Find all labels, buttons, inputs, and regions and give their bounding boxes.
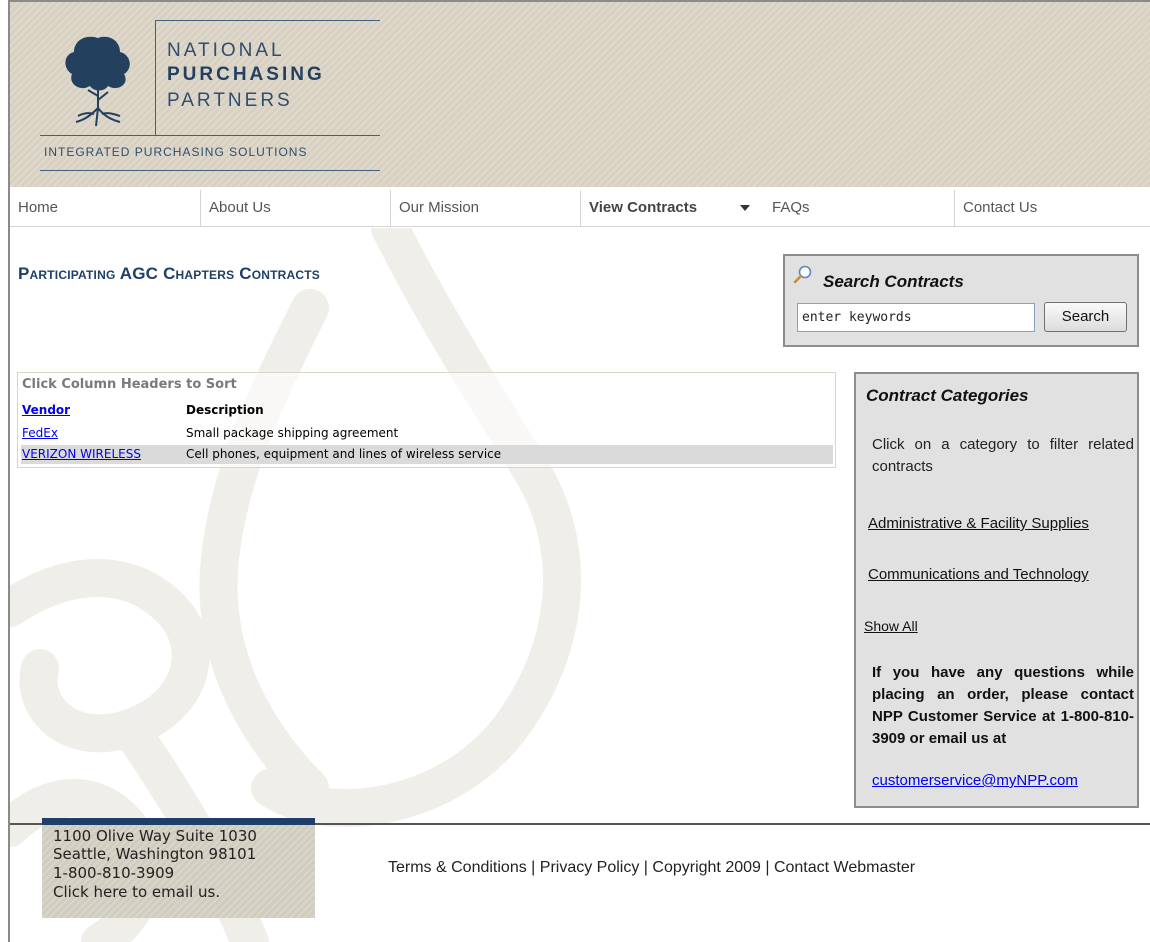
sort-hint: Click Column Headers to Sort: [22, 377, 237, 392]
nav-faqs[interactable]: FAQs: [764, 190, 954, 226]
nav-our-mission[interactable]: Our Mission: [390, 190, 580, 226]
address-phone: 1-800-810-3909: [53, 864, 175, 882]
dropdown-caret-icon[interactable]: [740, 205, 750, 211]
contract-categories-panel: Contract Categories Click on a category …: [854, 372, 1139, 808]
search-button[interactable]: Search: [1044, 302, 1127, 332]
email-us-link[interactable]: Click here to email us.: [53, 883, 220, 901]
site-header: NATIONAL PURCHASING PARTNERS INTEGRATED …: [10, 2, 1150, 187]
table-row: VERIZON WIRELESS Cell phones, equipment …: [21, 445, 833, 464]
search-title: Search Contracts: [823, 272, 964, 291]
logo-text-line3: PARTNERS: [167, 90, 293, 111]
nav-contact-us[interactable]: Contact Us: [954, 190, 1150, 226]
page-top-border: [8, 0, 1150, 2]
footer-links[interactable]: Terms & Conditions | Privacy Policy | Co…: [388, 859, 915, 877]
page-left-border: [8, 0, 10, 942]
address-block: 1100 Olive Way Suite 1030 Seattle, Washi…: [42, 825, 315, 918]
row-description: Small package shipping agreement: [186, 426, 399, 440]
address-city: Seattle, Washington 98101: [53, 845, 257, 863]
footer-accent-bar: [42, 818, 315, 825]
contact-help-text: If you have any questions while placing …: [872, 664, 1134, 747]
search-panel: Search Contracts enter keywords Search: [783, 254, 1139, 347]
nav-about-us[interactable]: About Us: [200, 190, 390, 226]
vendor-link[interactable]: FedEx: [22, 426, 58, 440]
category-link-administrative[interactable]: Administrative & Facility Supplies: [868, 512, 1118, 536]
address-street: 1100 Olive Way Suite 1030: [53, 827, 257, 845]
logo-tagline: INTEGRATED PURCHASING SOLUTIONS: [44, 145, 308, 159]
categories-title: Contract Categories: [866, 386, 1029, 405]
email-link[interactable]: customerservice@myNPP.com: [872, 772, 1078, 789]
tree-logo-icon: [65, 36, 130, 127]
row-description: Cell phones, equipment and lines of wire…: [186, 447, 502, 461]
vendor-link[interactable]: VERIZON WIRELESS: [22, 447, 141, 461]
category-link-communications[interactable]: Communications and Technology: [868, 563, 1118, 587]
table-row: FedEx Small package shipping agreement: [21, 424, 833, 443]
contracts-table: Click Column Headers to Sort Vendor Desc…: [17, 372, 836, 468]
logo-text-line2: PURCHASING: [167, 64, 325, 85]
logo-text-line1: NATIONAL: [167, 40, 285, 61]
nav-home[interactable]: Home: [10, 190, 200, 226]
column-header-description: Description: [186, 403, 264, 417]
show-all-link[interactable]: Show All: [864, 618, 918, 634]
logo[interactable]: NATIONAL PURCHASING PARTNERS INTEGRATED …: [40, 20, 380, 172]
page-title: Participating AGC Chapters Contracts: [18, 264, 320, 283]
main-nav: Home About Us Our Mission View Contracts…: [10, 190, 1150, 227]
search-input[interactable]: enter keywords: [797, 303, 1035, 332]
nav-view-contracts[interactable]: View Contracts: [580, 190, 764, 226]
magnifier-icon: [793, 265, 812, 284]
categories-help-text: Click on a category to filter related co…: [872, 436, 1134, 475]
column-header-vendor[interactable]: Vendor: [22, 403, 70, 417]
